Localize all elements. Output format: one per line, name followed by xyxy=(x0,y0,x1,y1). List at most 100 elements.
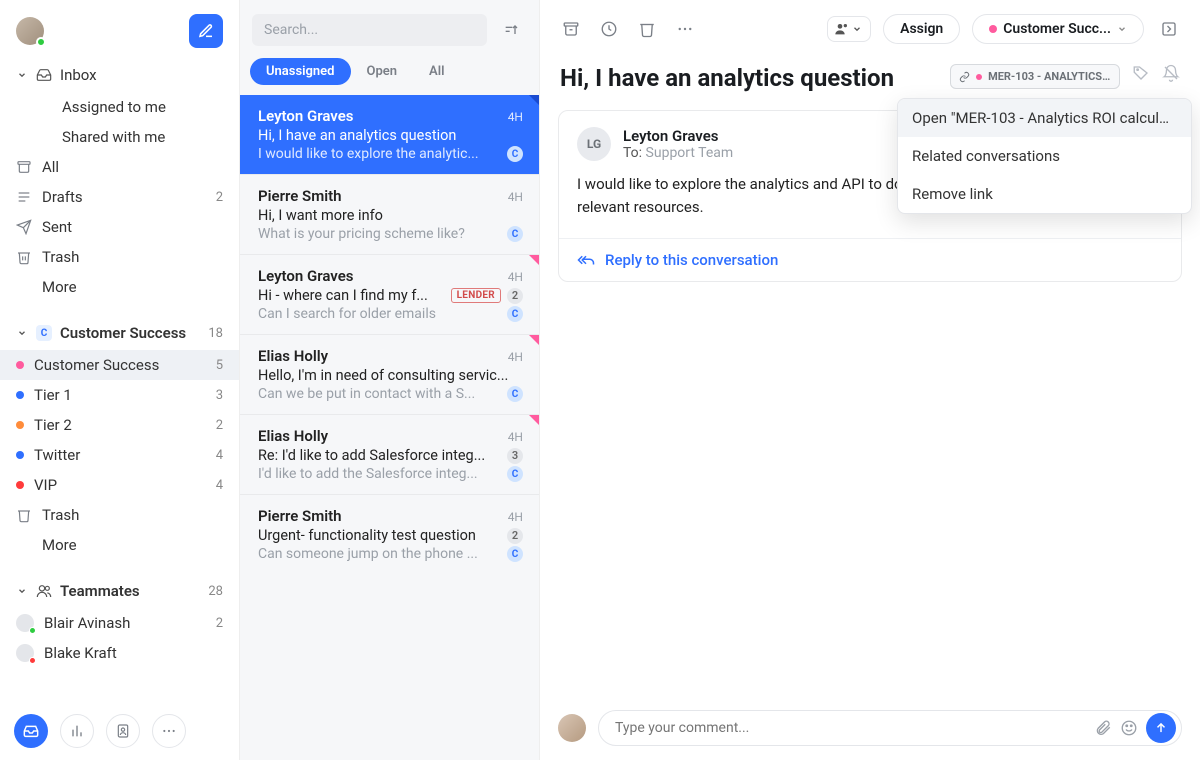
channel-badge: C xyxy=(507,386,523,402)
dropdown-item-open[interactable]: Open "MER-103 - Analytics ROI calculat..… xyxy=(898,99,1191,137)
sidebar-item-cs-more[interactable]: More xyxy=(0,530,239,560)
clock-icon xyxy=(600,20,618,38)
sidebar-item-all[interactable]: All xyxy=(0,152,239,182)
thread-time: 4H xyxy=(508,350,523,364)
chevron-down-icon xyxy=(16,69,28,81)
chevron-down-icon xyxy=(16,585,28,597)
sidebar-item-cs-customer-success[interactable]: Customer Success5 xyxy=(0,350,239,380)
thread-preview: Can we be put in contact with a S... xyxy=(258,386,501,402)
thread-subject: Hello, I'm in need of consulting servic.… xyxy=(258,367,523,384)
thread-from: Elias Holly xyxy=(258,347,328,365)
thread-from: Leyton Graves xyxy=(258,267,354,285)
comment-input[interactable] xyxy=(615,720,1137,736)
flag-corner-icon xyxy=(529,255,539,265)
workspace-avatar[interactable] xyxy=(16,17,44,45)
contacts-button[interactable] xyxy=(106,714,140,748)
sidebar-item-cs-trash[interactable]: Trash xyxy=(0,500,239,530)
send-button[interactable] xyxy=(1146,713,1176,743)
sidebar-item-shared[interactable]: Shared with me xyxy=(0,122,239,152)
thread-time: 4H xyxy=(508,190,523,204)
thread-item[interactable]: Elias Holly4HRe: I'd like to add Salesfo… xyxy=(240,414,539,494)
flag-corner-icon xyxy=(529,95,539,105)
thread-item[interactable]: Leyton Graves4HHi - where can I find my … xyxy=(240,254,539,334)
thread-subject: Urgent- functionality test question2 xyxy=(258,527,523,544)
sidebar-section-teammates[interactable]: Teammates 28 xyxy=(0,574,239,608)
search-input[interactable] xyxy=(252,14,487,46)
thread-subject: Hi, I want more info xyxy=(258,207,523,224)
thread-time: 4H xyxy=(508,430,523,444)
sidebar: Inbox Assigned to me Shared with me All … xyxy=(0,0,240,760)
thread-count: 2 xyxy=(507,288,523,304)
thread-count: 2 xyxy=(507,528,523,544)
thread-count: 3 xyxy=(507,448,523,464)
emoji-icon[interactable] xyxy=(1120,719,1138,737)
sidebar-item-sent[interactable]: Sent xyxy=(0,212,239,242)
team-badge-icon: C xyxy=(36,325,52,341)
dropdown-item-related[interactable]: Related conversations xyxy=(898,137,1191,175)
channel-badge: C xyxy=(507,226,523,242)
analytics-button[interactable] xyxy=(60,714,94,748)
channel-badge: C xyxy=(507,146,523,162)
sidebar-section-customer-success[interactable]: C Customer Success 18 xyxy=(0,316,239,350)
sidebar-item-trash[interactable]: Trash xyxy=(0,242,239,272)
thread-item[interactable]: Leyton Graves4HHi, I have an analytics q… xyxy=(240,95,539,174)
toolbar-more-button[interactable] xyxy=(672,16,698,42)
color-dot-icon xyxy=(16,361,24,369)
sender-name: Leyton Graves xyxy=(623,127,733,145)
tag-button[interactable] xyxy=(1132,64,1150,82)
color-dot-icon xyxy=(16,481,24,489)
thread-from: Elias Holly xyxy=(258,427,328,445)
sidebar-section-inbox[interactable]: Inbox xyxy=(0,58,239,92)
analytics-icon xyxy=(69,723,85,739)
flag-corner-icon xyxy=(529,415,539,425)
teammate-avatar xyxy=(16,614,34,632)
reply-button[interactable]: Reply to this conversation xyxy=(559,238,1181,281)
sidebar-item-cs-tier-1[interactable]: Tier 13 xyxy=(0,380,239,410)
assignee-dropdown[interactable] xyxy=(827,16,871,42)
sidebar-item-teammate[interactable]: Blake Kraft xyxy=(0,638,239,668)
linked-item-pill[interactable]: MER-103 - ANALYTICS R... xyxy=(950,64,1120,89)
sidebar-item-more[interactable]: More xyxy=(0,272,239,302)
sidebar-item-drafts[interactable]: Drafts 2 xyxy=(0,182,239,212)
conversation-reader: Assign Customer Succ... Hi, I have an an… xyxy=(540,0,1200,760)
expand-button[interactable] xyxy=(1156,16,1182,42)
sidebar-item-teammate[interactable]: Blair Avinash2 xyxy=(0,608,239,638)
inbox-label: Inbox xyxy=(60,66,223,84)
sidebar-item-cs-tier-2[interactable]: Tier 22 xyxy=(0,410,239,440)
snooze-button[interactable] xyxy=(596,16,622,42)
expand-icon xyxy=(1160,20,1178,38)
more-icon xyxy=(676,20,694,38)
sidebar-item-assigned[interactable]: Assigned to me xyxy=(0,92,239,122)
tab-unassigned[interactable]: Unassigned xyxy=(250,58,351,85)
archive-button[interactable] xyxy=(558,16,584,42)
sidebar-item-cs-twitter[interactable]: Twitter4 xyxy=(0,440,239,470)
trash-icon xyxy=(16,507,32,523)
sort-button[interactable] xyxy=(495,14,527,46)
compose-button[interactable] xyxy=(189,14,223,48)
subscribe-button[interactable] xyxy=(1162,64,1180,82)
sidebar-item-cs-vip[interactable]: VIP4 xyxy=(0,470,239,500)
thread-from: Leyton Graves xyxy=(258,107,354,125)
drafts-icon xyxy=(16,189,32,205)
tab-all[interactable]: All xyxy=(413,58,460,85)
tab-open[interactable]: Open xyxy=(351,58,414,85)
more-button[interactable] xyxy=(152,714,186,748)
assign-button[interactable]: Assign xyxy=(883,14,960,44)
compose-icon xyxy=(198,23,214,39)
reply-all-icon xyxy=(577,251,595,269)
recipient-line: To: Support Team xyxy=(623,145,733,161)
delete-button[interactable] xyxy=(634,16,660,42)
more-icon xyxy=(161,723,177,739)
thread-time: 4H xyxy=(508,510,523,524)
inbox-selector[interactable]: Customer Succ... xyxy=(972,14,1144,44)
thread-item[interactable]: Elias Holly 4H Hello, I'm in need of consu… xyxy=(240,334,539,414)
color-dot-icon xyxy=(16,391,24,399)
inbox-button[interactable] xyxy=(14,714,48,748)
thread-preview: I would like to explore the analytic... xyxy=(258,146,501,162)
dropdown-item-remove[interactable]: Remove link xyxy=(898,175,1191,213)
attachment-icon[interactable] xyxy=(1094,719,1112,737)
chevron-down-icon xyxy=(852,24,862,34)
thread-item[interactable]: Pierre Smith4HUrgent- functionality test… xyxy=(240,494,539,574)
thread-item[interactable]: Pierre Smith4HHi, I want more infoWhat i… xyxy=(240,174,539,254)
teammates-icon xyxy=(36,583,52,599)
